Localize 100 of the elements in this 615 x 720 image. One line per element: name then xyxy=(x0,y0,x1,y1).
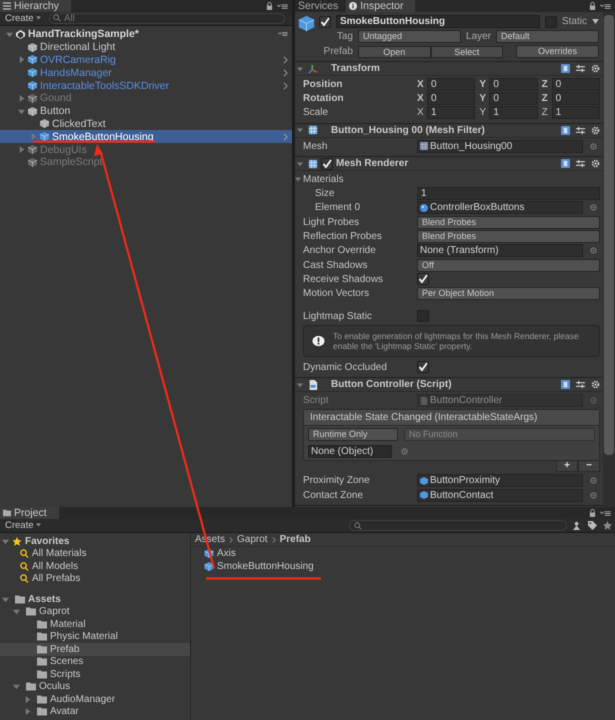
number-field[interactable]: 0 xyxy=(552,78,600,91)
settings-icon[interactable] xyxy=(591,126,600,135)
folder-item[interactable]: Prefab xyxy=(50,644,80,655)
hierarchy-item[interactable]: InteractableToolsSDKDriver xyxy=(40,80,169,92)
number-field[interactable]: 1 xyxy=(489,106,538,120)
number-field[interactable]: 1 xyxy=(427,106,476,120)
number-field[interactable]: 0 xyxy=(427,92,476,105)
breadcrumb-item[interactable]: Gaprot xyxy=(237,534,268,545)
prefab-button[interactable]: Open xyxy=(358,46,430,58)
tag-icon[interactable] xyxy=(588,521,597,530)
folder-item[interactable]: Scenes xyxy=(50,656,84,668)
target-icon[interactable] xyxy=(590,142,597,150)
layer-dropdown[interactable]: Default xyxy=(496,30,600,43)
foldout-arrow-icon[interactable] xyxy=(18,108,25,115)
menu-icon[interactable] xyxy=(600,510,611,517)
foldout-arrow-icon[interactable] xyxy=(295,176,301,182)
folder-item[interactable]: Physic Material xyxy=(50,631,118,642)
foldout-arrow-icon[interactable] xyxy=(297,127,303,134)
panel-tab[interactable]: Inspector xyxy=(346,0,416,12)
object-field[interactable]: ControllerBoxButtons xyxy=(417,201,583,214)
foldout-arrow-icon[interactable] xyxy=(6,30,13,38)
foldout-arrow-icon[interactable] xyxy=(297,66,303,72)
sliders-icon[interactable] xyxy=(576,159,585,168)
filter-by-type-icon[interactable] xyxy=(573,521,582,530)
menu-icon[interactable] xyxy=(278,31,288,38)
hierarchy-item[interactable]: HandTrackingSample* xyxy=(28,28,139,40)
foldout-arrow-icon[interactable] xyxy=(13,683,20,690)
component-title[interactable]: Transform xyxy=(321,63,555,74)
number-field[interactable]: 0 xyxy=(489,92,538,105)
number-field[interactable]: 0 xyxy=(552,92,600,105)
property-dropdown[interactable]: Blend Probes xyxy=(417,216,600,229)
foldout-arrow-icon[interactable] xyxy=(2,596,9,603)
lock-icon[interactable] xyxy=(589,509,596,517)
star-icon[interactable] xyxy=(603,521,612,530)
asset-item[interactable]: SmokeButtonHousing xyxy=(217,561,314,572)
hierarchy-item[interactable]: Button xyxy=(40,105,70,118)
search-field[interactable]: All xyxy=(49,13,285,24)
help-book-icon[interactable] xyxy=(561,126,570,135)
foldout-arrow-icon[interactable] xyxy=(18,94,25,102)
number-field[interactable]: 0 xyxy=(489,78,538,91)
dropdown-arrow-icon[interactable] xyxy=(592,19,599,24)
component-title[interactable]: Mesh Renderer xyxy=(336,158,555,170)
settings-icon[interactable] xyxy=(591,64,600,73)
object-field[interactable]: None (Transform) xyxy=(417,244,583,258)
favorite-item[interactable]: All Prefabs xyxy=(32,573,80,584)
hierarchy-item[interactable]: Directional Light xyxy=(40,41,116,54)
project-tab[interactable]: Project xyxy=(0,507,59,519)
breadcrumb-item[interactable]: Prefab xyxy=(280,534,311,545)
sliders-icon[interactable] xyxy=(576,126,585,135)
folder-item[interactable]: AudioManager xyxy=(50,694,116,705)
overrides-dropdown[interactable]: Overrides xyxy=(516,45,599,58)
asset-item[interactable]: Axis xyxy=(217,548,236,559)
object-field[interactable]: ButtonProximity xyxy=(417,474,583,488)
component-title[interactable]: Button_Housing 00 (Mesh Filter) xyxy=(321,124,555,136)
folder-item[interactable]: Oculus xyxy=(39,681,70,692)
foldout-arrow-icon[interactable] xyxy=(13,608,20,616)
favorite-item[interactable]: All Materials xyxy=(32,548,86,560)
foldout-arrow-icon[interactable] xyxy=(2,538,9,545)
target-icon[interactable] xyxy=(590,204,597,212)
sliders-icon[interactable] xyxy=(576,64,585,73)
property-checkbox[interactable] xyxy=(417,273,429,286)
target-icon[interactable] xyxy=(590,247,597,254)
number-field[interactable]: 1 xyxy=(417,187,600,200)
search-field[interactable] xyxy=(349,520,567,531)
hierarchy-tab[interactable]: Hierarchy xyxy=(0,0,71,12)
chevron-right-icon[interactable] xyxy=(283,132,288,141)
hierarchy-item[interactable]: HandsManager xyxy=(40,66,112,79)
panel-tab[interactable]: Services xyxy=(295,0,346,12)
foldout-arrow-icon[interactable] xyxy=(297,382,303,388)
menu-icon[interactable] xyxy=(277,3,288,10)
prefab-button[interactable]: Select xyxy=(430,46,503,58)
sliders-icon[interactable] xyxy=(576,380,585,390)
static-checkbox[interactable] xyxy=(544,16,557,28)
foldout-arrow-icon[interactable] xyxy=(24,708,31,716)
settings-icon[interactable] xyxy=(591,380,600,390)
hierarchy-item[interactable]: OVRCameraRig xyxy=(40,54,116,66)
foldout-arrow-icon[interactable] xyxy=(24,696,31,703)
add-button[interactable]: + xyxy=(556,460,578,472)
foldout-arrow-icon[interactable] xyxy=(18,56,25,64)
folder-item[interactable]: Material xyxy=(50,618,86,630)
foldout-arrow-icon[interactable] xyxy=(18,146,25,154)
lock-icon[interactable] xyxy=(266,2,273,10)
foldout-arrow-icon[interactable] xyxy=(297,160,303,167)
object-field[interactable]: Button_Housing00 xyxy=(417,140,583,153)
object-field[interactable]: ButtonContact xyxy=(417,488,583,502)
enabled-checkbox[interactable] xyxy=(321,158,333,170)
active-checkbox[interactable] xyxy=(319,16,331,28)
menu-icon[interactable] xyxy=(600,3,611,10)
target-icon[interactable] xyxy=(590,397,597,404)
favorite-item[interactable]: All Models xyxy=(32,560,78,572)
property-dropdown[interactable]: Per Object Motion xyxy=(417,287,600,300)
scrollbar[interactable] xyxy=(603,12,615,507)
folder-item[interactable]: Assets xyxy=(28,594,61,605)
favorites-label[interactable]: Favorites xyxy=(25,536,70,547)
settings-icon[interactable] xyxy=(591,159,600,168)
number-field[interactable]: 1 xyxy=(552,106,600,120)
target-icon[interactable] xyxy=(401,448,408,455)
folder-item[interactable]: Scripts xyxy=(50,668,81,680)
number-field[interactable]: 0 xyxy=(427,78,476,91)
create-button[interactable]: Create xyxy=(3,13,44,24)
